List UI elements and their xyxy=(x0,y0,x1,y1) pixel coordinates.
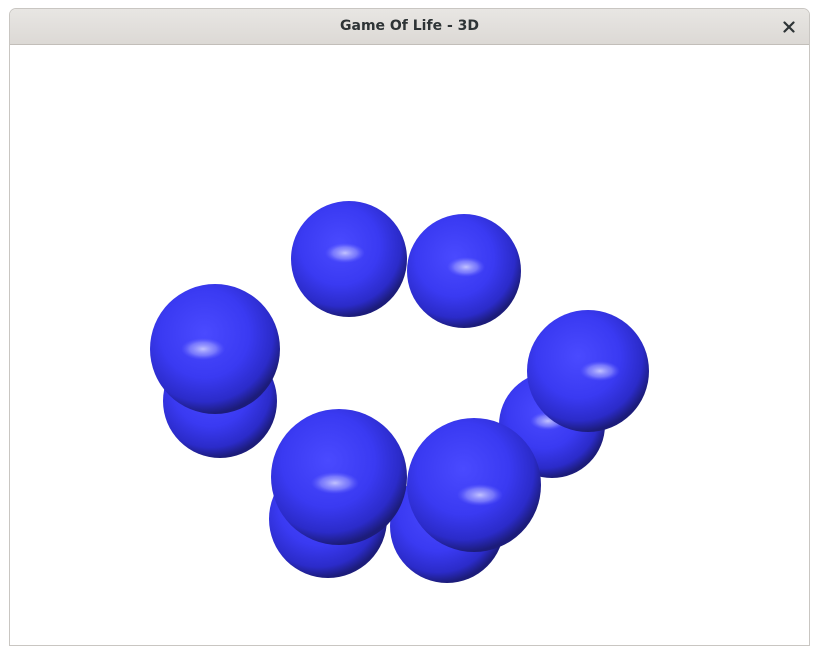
scene-svg xyxy=(150,201,649,583)
game-viewport[interactable] xyxy=(10,45,809,645)
title-bar[interactable]: Game Of Life - 3D xyxy=(10,9,809,45)
cell-sphere xyxy=(407,418,541,552)
cell-sphere xyxy=(407,214,521,328)
close-button[interactable] xyxy=(777,15,801,39)
close-icon xyxy=(783,21,795,33)
app-window: Game Of Life - 3D xyxy=(9,8,810,646)
window-title: Game Of Life - 3D xyxy=(340,18,479,34)
cell-sphere xyxy=(291,201,407,317)
cell-sphere xyxy=(271,409,407,545)
cell-sphere xyxy=(527,310,649,432)
cell-sphere xyxy=(150,284,280,414)
